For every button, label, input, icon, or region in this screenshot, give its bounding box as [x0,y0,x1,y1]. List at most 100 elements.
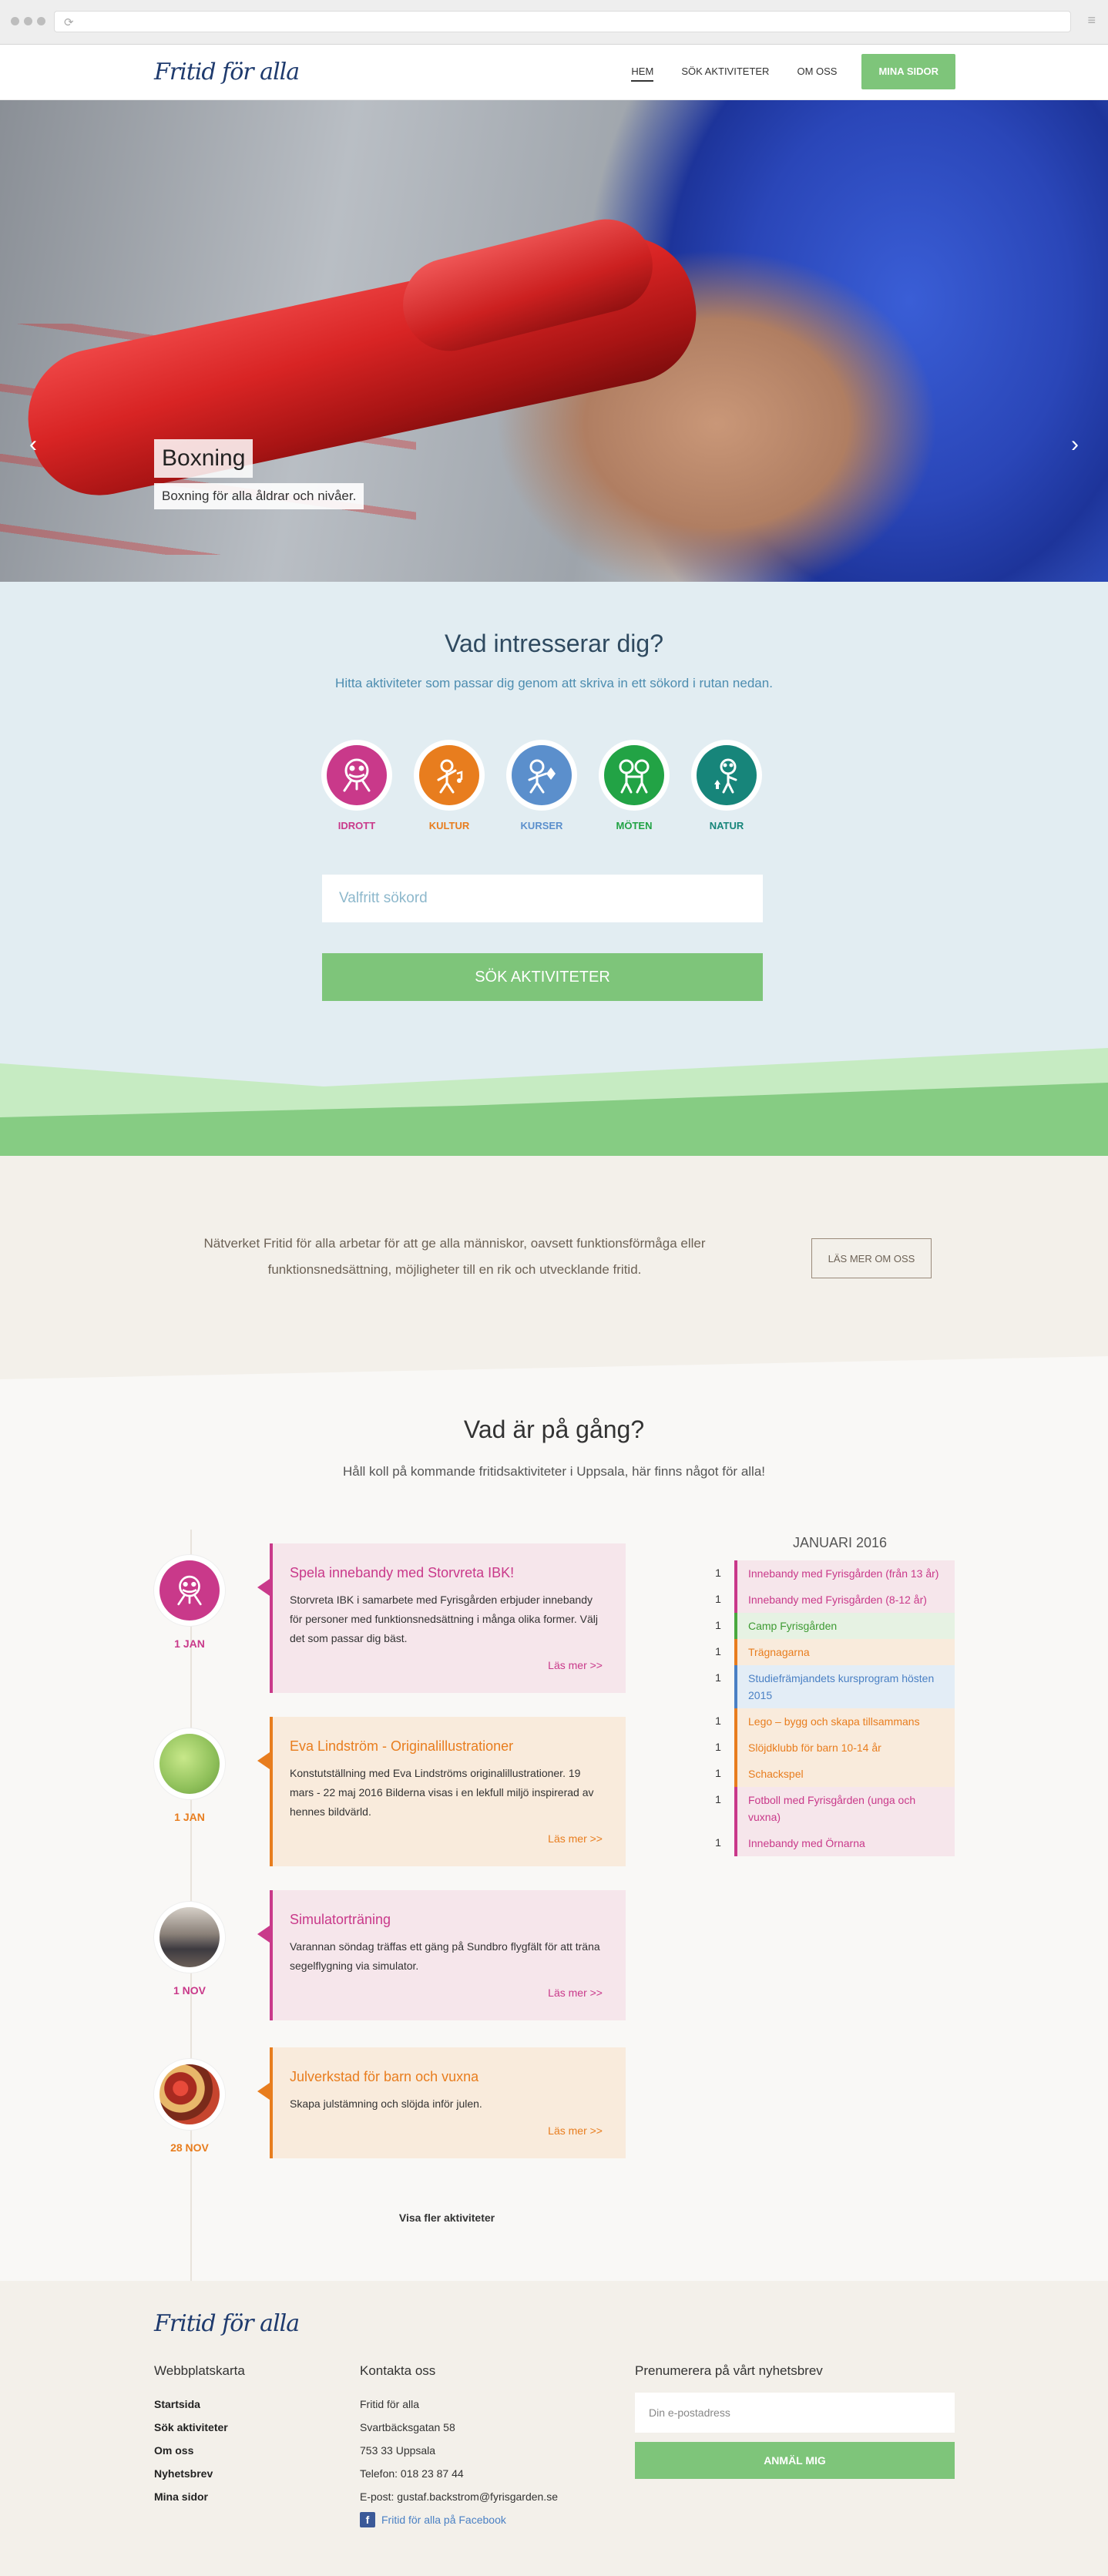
window-controls[interactable] [11,17,45,25]
calendar-event-link[interactable]: Schackspel [734,1761,955,1787]
newsletter-submit-button[interactable]: ANMÄL MIG [635,2442,955,2479]
category-idrott[interactable]: IDROTT [321,740,392,831]
calendar-event-link[interactable]: Slöjdklubb för barn 10-14 år [734,1735,955,1761]
category-list: IDROTT KULTUR KURSER MÖTEN NATUR [321,740,762,831]
browser-toolbar: ⟳ ≡ [0,0,1108,45]
courses-people-icon [512,745,572,805]
browser-menu-icon[interactable]: ≡ [1087,12,1096,29]
sitemap-link-about[interactable]: Om oss [154,2439,245,2462]
calendar-event-link[interactable]: Innebandy med Fyrisgården (8-12 år) [734,1587,955,1613]
site-logo[interactable]: Fritid för alla [154,59,300,86]
category-kultur[interactable]: KULTUR [414,740,485,831]
calendar-event-link[interactable]: Studiefrämjandets kursprogram hösten 201… [734,1665,955,1708]
calendar-item: 1 Studiefrämjandets kursprogram hösten 20… [702,1665,955,1708]
hero-title: Boxning [154,439,253,478]
calendar-day: 1 [715,1741,721,1753]
nav-search-activities[interactable]: SÖK AKTIVITETER [667,54,783,89]
search-section: Vad intresserar dig? Hitta aktiviteter s… [0,582,1108,1175]
calendar-day: 1 [715,1715,721,1727]
facebook-link-label: Fritid för alla på Facebook [381,2514,506,2526]
sports-people-icon [159,1560,220,1620]
sitemap-link-newsletter[interactable]: Nyhetsbrev [154,2462,245,2485]
calendar-item: 1 Slöjdklubb för barn 10-14 år [702,1735,955,1761]
contact-column: Kontakta oss Fritid för alla Svartbäcksg… [360,2363,558,2531]
event-date: 1 JAN [174,1637,205,1650]
event-date: 1 JAN [174,1811,205,1823]
category-moten[interactable]: MÖTEN [599,740,670,831]
event-date: 1 NOV [173,1984,206,1997]
about-section: Nätverket Fritid för alla arbetar för at… [0,1156,1108,1379]
category-natur[interactable]: NATUR [691,740,762,831]
calendar-day: 1 [715,1645,721,1657]
calendar-day: 1 [715,1836,721,1849]
event-description: Skapa julstämning och slöjda inför julen… [290,2097,482,2110]
event-title[interactable]: Julverkstad för barn och vuxna [290,2069,603,2085]
calendar-item: 1 Schackspel [702,1761,955,1787]
category-kurser[interactable]: KURSER [506,740,577,831]
calendar-event-link[interactable]: Innebandy med Fyrisgården (från 13 år) [734,1560,955,1587]
read-more-about-button[interactable]: LÄS MER OM OSS [811,1238,932,1278]
nav-home[interactable]: HEM [617,54,667,89]
meetings-people-icon [604,745,664,805]
reload-icon[interactable]: ⟳ [64,15,74,29]
calendar-event-link[interactable]: Fotboll med Fyrisgården (unga och vuxna) [734,1787,955,1830]
calendar-event-link[interactable]: Innebandy med Örnarna [734,1830,955,1856]
slider-prev-icon[interactable]: ‹ [29,432,37,458]
show-more-activities-link[interactable]: Visa fler aktiviteter [354,2212,539,2224]
contact-org: Fritid för alla [360,2398,420,2410]
event-description: Storvreta IBK i samarbete med Fyrisgårde… [290,1594,598,1644]
event-description: Varannan söndag träffas ett gäng på Sund… [290,1940,600,1972]
calendar-item: 1 Trägnagarna [702,1639,955,1665]
event-thumbnail[interactable] [154,1902,225,1973]
search-button[interactable]: SÖK AKTIVITETER [322,953,763,1001]
event-title[interactable]: Spela innebandy med Storvreta IBK! [290,1565,603,1581]
category-label: IDROTT [337,820,376,831]
address-bar[interactable]: ⟳ [54,11,1071,32]
category-label: KURSER [520,820,563,831]
calendar-item: 1 Camp Fyrisgården [702,1613,955,1639]
event-card: Spela innebandy med Storvreta IBK! Storv… [257,1543,626,1693]
sitemap-link-start[interactable]: Startsida [154,2393,245,2416]
event-thumbnail[interactable] [154,1728,225,1799]
calendar-event-link[interactable]: Camp Fyrisgården [734,1613,955,1639]
read-more-link[interactable]: Läs mer >> [290,1832,603,1845]
newsletter-email-input[interactable] [635,2393,955,2433]
site-footer: Fritid för alla Webbplatskarta Startsida… [0,2281,1108,2576]
calendar-day: 1 [715,1619,721,1631]
calendar-day: 1 [715,1567,721,1579]
event-thumbnail[interactable] [154,2059,225,2130]
newsletter-heading: Prenumerera på vårt nyhetsbrev [635,2363,823,2378]
sports-people-icon [327,745,387,805]
my-pages-button[interactable]: MINA SIDOR [861,54,955,89]
read-more-link[interactable]: Läs mer >> [290,2124,603,2137]
footer-logo[interactable]: Fritid för alla [154,2310,300,2337]
about-text: Nätverket Fritid för alla arbetar för at… [203,1236,706,1277]
calendar-item: 1 Innebandy med Fyrisgården (från 13 år) [702,1560,955,1587]
facebook-link[interactable]: f Fritid för alla på Facebook [360,2508,558,2531]
search-input[interactable] [322,875,763,922]
hero-slider: ‹ › [0,100,1108,582]
calendar-event-link[interactable]: Trägnagarna [734,1639,955,1665]
sitemap-link-my-pages[interactable]: Mina sidor [154,2485,245,2508]
read-more-link[interactable]: Läs mer >> [290,1659,603,1671]
event-title[interactable]: Eva Lindström - Originalillustrationer [290,1738,603,1755]
site-header: Fritid för alla HEM SÖK AKTIVITETER OM O… [0,45,1108,100]
section-divider [0,1356,1108,1379]
event-thumbnail[interactable] [154,1555,225,1626]
culture-people-icon [419,745,479,805]
read-more-link[interactable]: Läs mer >> [290,1987,603,1999]
main-nav: HEM SÖK AKTIVITETER OM OSS MINA SIDOR [617,54,955,89]
event-title[interactable]: Simulatorträning [290,1912,603,1928]
contact-email[interactable]: E-post: gustaf.backstrom@fyrisgarden.se [360,2485,558,2508]
contact-postal: 753 33 Uppsala [360,2444,436,2457]
calendar-list: 1 Innebandy med Fyrisgården (från 13 år) … [702,1560,955,1856]
sitemap-link-search[interactable]: Sök aktiviteter [154,2416,245,2439]
calendar-day: 1 [715,1793,721,1805]
category-label: KULTUR [428,820,470,831]
calendar-day: 1 [715,1671,721,1684]
calendar-event-link[interactable]: Lego – bygg och skapa tillsammans [734,1708,955,1735]
event-card: Eva Lindström - Originalillustrationer K… [257,1717,626,1866]
slider-next-icon[interactable]: › [1071,432,1079,458]
nav-about[interactable]: OM OSS [783,54,851,89]
illustration-photo [159,1734,220,1794]
